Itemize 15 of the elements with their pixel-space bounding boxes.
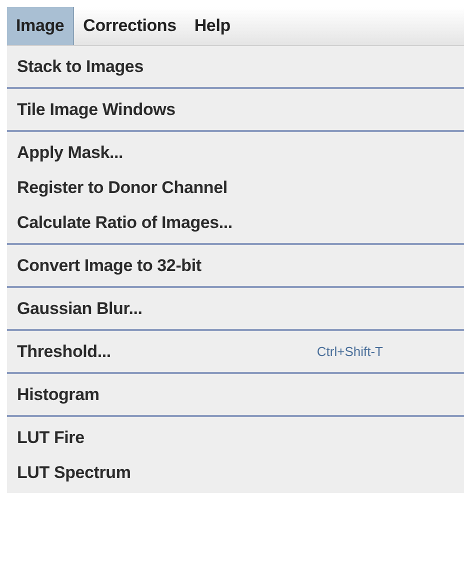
shortcut-label: Ctrl+Shift-T [316, 344, 383, 359]
menu-item[interactable]: Register to Donor Channel [17, 178, 228, 198]
menu-title[interactable]: Help [185, 7, 240, 45]
menu-item[interactable]: Tile Image Windows [17, 100, 176, 120]
menu-item[interactable]: Stack to Images [17, 56, 144, 76]
menu-item[interactable]: Histogram [17, 384, 100, 404]
menu-item[interactable]: Gaussian Blur... [17, 298, 142, 318]
menu-item[interactable]: Threshold... [17, 342, 111, 362]
menu-item[interactable]: LUT Fire [17, 428, 84, 448]
menu-title[interactable]: Corrections [74, 7, 186, 45]
menu-item[interactable]: Convert Image to 32-bit [17, 256, 202, 276]
menu-title[interactable]: Image [7, 7, 74, 45]
menu-item[interactable]: LUT Spectrum [17, 462, 131, 482]
menu-item[interactable]: Apply Mask... [17, 142, 124, 162]
menu-item[interactable]: Calculate Ratio of Images... [17, 212, 232, 232]
